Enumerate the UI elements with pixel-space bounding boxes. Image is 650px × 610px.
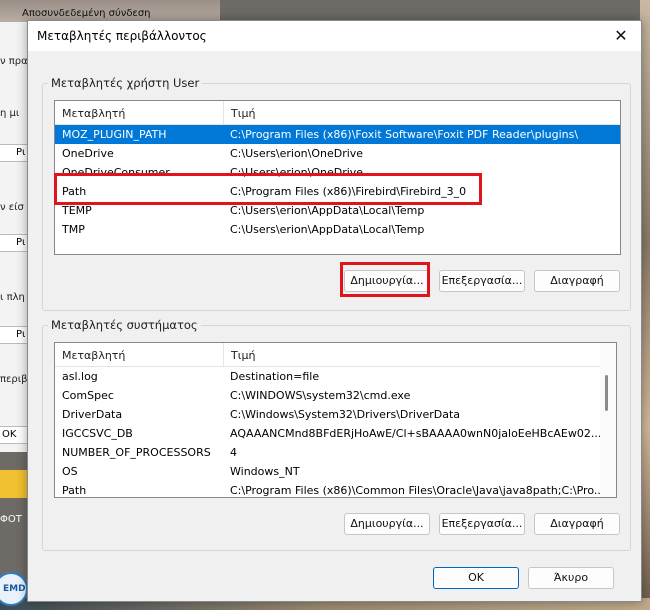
column-separator[interactable]	[223, 101, 224, 124]
background-ok-button[interactable]: OK	[0, 426, 29, 444]
variable-name: Path	[62, 484, 87, 497]
system-new-button[interactable]: Δημιουργία...	[344, 513, 430, 535]
table-row[interactable]: IGCCSVC_DB AQAAANCMnd8BFdERjHoAwE/Cl+sBAA…	[55, 424, 616, 443]
variable-name: IGCCSVC_DB	[62, 427, 133, 440]
system-variables-label: Μεταβλητές συστήματος	[48, 318, 201, 332]
background-yellow-block	[0, 470, 30, 498]
cancel-button[interactable]: Άκυρο	[528, 567, 614, 589]
list-header: Μεταβλητή Τιμή	[55, 343, 616, 367]
system-variables-list[interactable]: Μεταβλητή Τιμή asl.log Destination=file Co…	[54, 342, 617, 498]
variable-value: C:\Users\erion\AppData\Local\Temp	[230, 204, 425, 217]
variable-name: MOZ_PLUGIN_PATH	[62, 128, 167, 141]
user-new-button[interactable]: Δημιουργία...	[344, 270, 430, 292]
variable-name: OneDriveConsumer	[62, 166, 170, 179]
variable-name: OneDrive	[62, 147, 114, 160]
variable-value: C:\WINDOWS\system32\cmd.exe	[230, 389, 411, 402]
table-row[interactable]: TMP C:\Users\erion\AppData\Local\Temp	[55, 220, 620, 239]
environment-variables-dialog: Μεταβλητές περιβάλλοντος ✕ Μεταβλητές χρ…	[27, 20, 642, 602]
variable-value: C:\Program Files (x86)\Firebird\Firebird…	[230, 185, 467, 198]
list-header: Μεταβλητή Τιμή	[55, 101, 620, 125]
user-variables-group: Μεταβλητές χρήστη User Μεταβλητή Τιμή MO…	[42, 76, 631, 311]
background-button[interactable]: Ρι	[0, 144, 29, 162]
column-separator[interactable]	[223, 343, 224, 366]
table-row[interactable]: Path C:\Program Files (x86)\Common Files\…	[55, 481, 616, 497]
table-row[interactable]: TEMP C:\Users\erion\AppData\Local\Temp	[55, 201, 620, 220]
variable-value: Windows_NT	[230, 465, 300, 478]
column-header-variable[interactable]: Μεταβλητή	[62, 349, 125, 362]
variable-value: 4	[230, 446, 237, 459]
background-text: περιβ	[0, 374, 28, 385]
variable-name: TMP	[62, 223, 85, 236]
variable-value: C:\Program Files (x86)\Foxit Software\Fo…	[230, 128, 579, 141]
column-header-value[interactable]: Τιμή	[231, 349, 255, 362]
background-window: ν πρα η μι Ρι ν είσ Ρι ι πλη Ρι περιβ OK	[0, 0, 30, 452]
variable-value: C:\Users\erion\OneDrive	[230, 147, 364, 160]
variable-name: DriverData	[62, 408, 123, 421]
table-row[interactable]: OneDriveConsumer C:\Users\erion\OneDrive	[55, 163, 620, 182]
close-button[interactable]: ✕	[601, 21, 641, 51]
background-button[interactable]: Ρι	[0, 326, 29, 344]
variable-value: C:\Users\erion\AppData\Local\Temp	[230, 223, 425, 236]
variable-name: TEMP	[62, 204, 92, 217]
variable-name: asl.log	[62, 370, 98, 383]
variable-value: Destination=file	[230, 370, 320, 383]
user-delete-button[interactable]: Διαγραφή	[534, 270, 620, 292]
system-delete-button[interactable]: Διαγραφή	[534, 513, 620, 535]
table-row[interactable]: OneDrive C:\Users\erion\OneDrive	[55, 144, 620, 163]
variable-value: C:\Users\erion\OneDrive	[230, 166, 364, 179]
table-row[interactable]: Path C:\Program Files (x86)\Firebird\Fire…	[55, 182, 620, 201]
user-variables-list[interactable]: Μεταβλητή Τιμή MOZ_PLUGIN_PATH C:\Program…	[54, 100, 621, 255]
background-text: ι πλη	[0, 292, 25, 303]
variable-name: OS	[62, 465, 78, 478]
scrollbar-thumb[interactable]	[605, 375, 608, 411]
variable-name: ComSpec	[62, 389, 114, 402]
background-text: ΦΟΤ	[0, 514, 22, 525]
system-variables-group: Μεταβλητές συστήματος Μεταβλητή Τιμή asl…	[42, 318, 631, 551]
dialog-title: Μεταβλητές περιβάλλοντος	[37, 29, 207, 43]
table-row[interactable]: NUMBER_OF_PROCESSORS 4	[55, 443, 616, 462]
variable-name: Path	[62, 185, 87, 198]
vertical-scrollbar[interactable]	[600, 343, 616, 497]
background-title-text: Αποσυνδεδεμένη σύνδεση	[22, 8, 151, 19]
user-variables-label: Μεταβλητές χρήστη User	[48, 76, 203, 90]
ok-button[interactable]: OK	[433, 567, 519, 589]
variable-value: AQAAANCMnd8BFdERjHoAwE/Cl+sBAAAA0wnN0jal…	[230, 427, 602, 440]
background-button[interactable]: Ρι	[0, 234, 29, 252]
background-text: ν είσ	[0, 202, 24, 213]
background-text: η μι	[0, 108, 20, 119]
title-bar: Μεταβλητές περιβάλλοντος ✕	[28, 21, 641, 51]
table-row[interactable]: MOZ_PLUGIN_PATH C:\Program Files (x86)\Fo…	[55, 125, 620, 144]
column-header-variable[interactable]: Μεταβλητή	[62, 107, 125, 120]
system-edit-button[interactable]: Επεξεργασία...	[439, 513, 525, 535]
variable-value: C:\Windows\System32\Drivers\DriverData	[230, 408, 461, 421]
table-row[interactable]: DriverData C:\Windows\System32\Drivers\Dr…	[55, 405, 616, 424]
background-text: ν πρα	[0, 56, 28, 67]
background-title-strip: Αποσυνδεδεμένη σύνδεση	[0, 0, 220, 22]
column-header-value[interactable]: Τιμή	[231, 107, 255, 120]
table-row[interactable]: OS Windows_NT	[55, 462, 616, 481]
table-row[interactable]: asl.log Destination=file	[55, 367, 616, 386]
variable-value: C:\Program Files (x86)\Common Files\Orac…	[230, 484, 605, 497]
user-edit-button[interactable]: Επεξεργασία...	[439, 270, 525, 292]
table-row[interactable]: ComSpec C:\WINDOWS\system32\cmd.exe	[55, 386, 616, 405]
variable-name: NUMBER_OF_PROCESSORS	[62, 446, 211, 459]
